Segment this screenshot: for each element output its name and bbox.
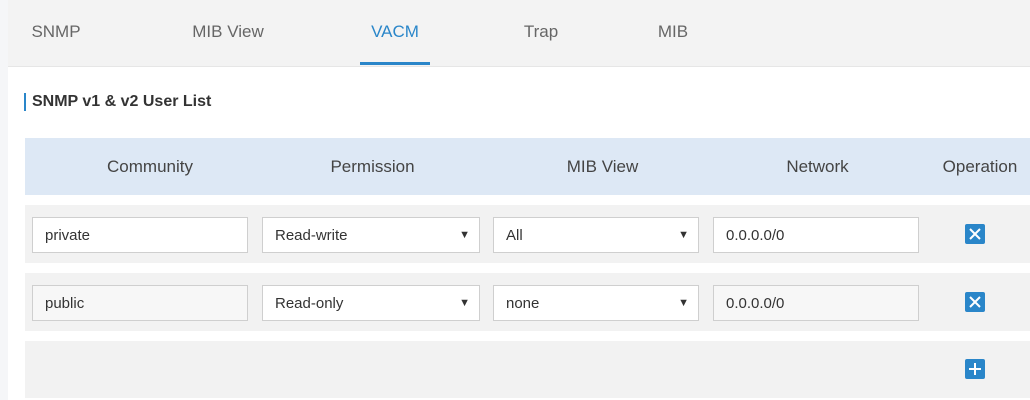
plus-icon: [969, 363, 981, 375]
column-header-permission: Permission: [330, 156, 415, 176]
tab-trap[interactable]: Trap: [511, 0, 571, 64]
tab-bar: SNMP MIB View VACM Trap MIB: [8, 0, 1030, 67]
community-input[interactable]: private: [32, 217, 248, 253]
chevron-down-icon: ▼: [678, 297, 689, 309]
tab-label: MIB: [657, 22, 689, 41]
tab-label: Trap: [523, 22, 559, 41]
tab-mib[interactable]: MIB: [648, 0, 698, 64]
network-input[interactable]: 0.0.0.0/0: [713, 285, 919, 321]
table-row: private Read-write ▼ All ▼ 0.0.0.0/0: [25, 205, 1030, 263]
close-icon: [969, 296, 981, 308]
tab-snmp[interactable]: SNMP: [26, 0, 86, 64]
select-value: All: [506, 226, 523, 244]
section-title: SNMP v1 & v2 User List: [24, 93, 211, 111]
chevron-down-icon: ▼: [678, 229, 689, 241]
community-input[interactable]: public: [32, 285, 248, 321]
tab-vacm[interactable]: VACM: [360, 0, 430, 65]
active-tab-indicator: [360, 62, 430, 65]
select-value: Read-write: [275, 226, 348, 244]
close-icon: [969, 228, 981, 240]
content-panel: SNMP v1 & v2 User List Community Permiss…: [8, 67, 1030, 400]
column-header-mib-view: MIB View: [566, 156, 639, 176]
chevron-down-icon: ▼: [459, 297, 470, 309]
mib-view-select[interactable]: none ▼: [493, 285, 699, 321]
select-value: Read-only: [275, 294, 344, 312]
column-header-operation: Operation: [942, 156, 1018, 176]
user-list-table: Community Permission MIB View Network Op…: [25, 138, 1030, 398]
network-input[interactable]: 0.0.0.0/0: [713, 217, 919, 253]
delete-row-button[interactable]: [965, 292, 985, 312]
table-header: Community Permission MIB View Network Op…: [25, 138, 1030, 195]
delete-row-button[interactable]: [965, 224, 985, 244]
tab-label: VACM: [371, 22, 419, 41]
table-row: public Read-only ▼ none ▼ 0.0.0.0/0: [25, 273, 1030, 331]
add-row-bar: [25, 341, 1030, 398]
column-header-community: Community: [107, 156, 193, 176]
permission-select[interactable]: Read-write ▼: [262, 217, 480, 253]
mib-view-select[interactable]: All ▼: [493, 217, 699, 253]
column-header-network: Network: [786, 156, 849, 176]
add-row-button[interactable]: [965, 359, 985, 379]
tab-mib-view[interactable]: MIB View: [178, 0, 278, 64]
permission-select[interactable]: Read-only ▼: [262, 285, 480, 321]
tab-label: SNMP: [31, 22, 81, 41]
chevron-down-icon: ▼: [459, 229, 470, 241]
select-value: none: [506, 294, 540, 312]
tab-label: MIB View: [192, 22, 264, 41]
